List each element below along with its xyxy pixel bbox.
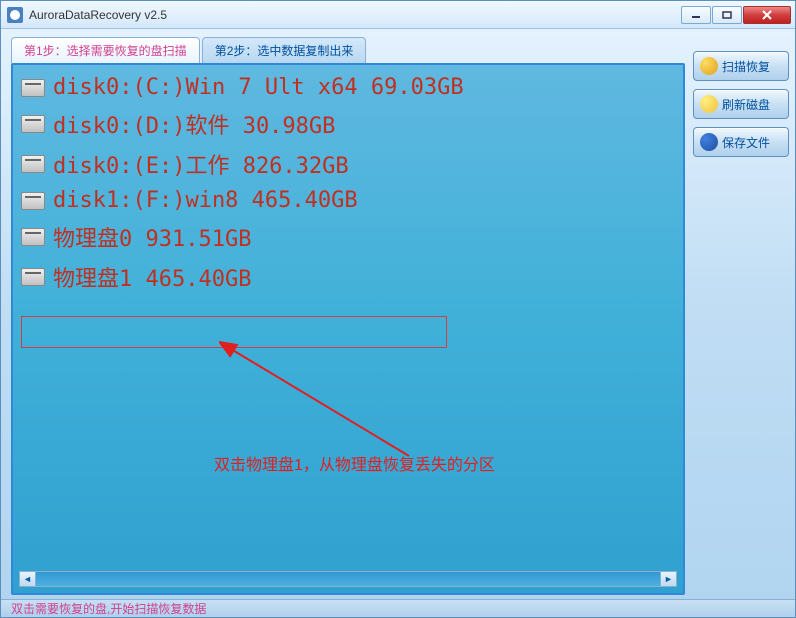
disk-item[interactable]: disk0:(C:)Win 7 Ult x64 69.03GB — [19, 71, 677, 104]
close-icon — [761, 10, 773, 20]
scroll-left-button[interactable]: ◄ — [20, 572, 36, 586]
maximize-icon — [722, 11, 732, 19]
disk-label: disk1:(F:)win8 465.40GB — [53, 188, 358, 213]
disk-icon — [21, 268, 45, 286]
disk-icon — [21, 228, 45, 246]
statusbar: 双击需要恢复的盘,开始扫描恢复数据 — [1, 599, 795, 617]
disk-icon — [21, 155, 45, 173]
disk-item[interactable]: 物理盘0 931.51GB — [19, 217, 677, 257]
disk-label: 物理盘1 465.40GB — [53, 261, 251, 293]
scan-recover-button[interactable]: 扫描恢复 — [693, 51, 789, 81]
annotation-arrow — [219, 341, 419, 461]
lightbulb-icon — [700, 95, 718, 113]
scan-recover-label: 扫描恢复 — [722, 58, 770, 75]
disk-icon — [21, 79, 45, 97]
save-file-button[interactable]: 保存文件 — [693, 127, 789, 157]
tab-step2[interactable]: 第2步：选中数据复制出来 — [202, 37, 367, 63]
minimize-icon — [691, 11, 701, 19]
magnifier-icon — [700, 57, 718, 75]
titlebar: AuroraDataRecovery v2.5 — [1, 1, 795, 29]
horizontal-scrollbar[interactable]: ◄ ► — [19, 571, 677, 587]
disk-item[interactable]: disk0:(D:)软件 30.98GB — [19, 104, 677, 144]
side-panel: 扫描恢复 刷新磁盘 保存文件 — [693, 37, 789, 595]
statusbar-text: 双击需要恢复的盘,开始扫描恢复数据 — [11, 600, 206, 617]
tab-step1[interactable]: 第1步：选择需要恢复的盘扫描 — [11, 37, 200, 63]
tab-bar: 第1步：选择需要恢复的盘扫描 第2步：选中数据复制出来 — [11, 37, 685, 63]
disk-item[interactable]: 物理盘1 465.40GB — [19, 257, 677, 297]
disk-icon — [21, 192, 45, 210]
selection-highlight — [21, 316, 447, 348]
window-controls — [681, 6, 791, 24]
scroll-track[interactable] — [36, 572, 660, 586]
disk-label: disk0:(D:)软件 30.98GB — [53, 108, 335, 140]
disk-item[interactable]: disk0:(E:)工作 826.32GB — [19, 144, 677, 184]
main-panel: 第1步：选择需要恢复的盘扫描 第2步：选中数据复制出来 disk0:(C:)Wi… — [11, 37, 685, 595]
maximize-button[interactable] — [712, 6, 742, 24]
disk-list-panel: disk0:(C:)Win 7 Ult x64 69.03GB disk0:(D… — [11, 63, 685, 595]
disk-item[interactable]: disk1:(F:)win8 465.40GB — [19, 184, 677, 217]
disk-label: disk0:(C:)Win 7 Ult x64 69.03GB — [53, 75, 464, 100]
disk-label: 物理盘0 931.51GB — [53, 221, 251, 253]
window: AuroraDataRecovery v2.5 第1步：选择需要恢复的盘扫描 第… — [0, 0, 796, 618]
disk-label: disk0:(E:)工作 826.32GB — [53, 148, 349, 180]
close-button[interactable] — [743, 6, 791, 24]
scroll-right-button[interactable]: ► — [660, 572, 676, 586]
window-title: AuroraDataRecovery v2.5 — [29, 8, 681, 22]
refresh-disk-label: 刷新磁盘 — [722, 96, 770, 113]
minimize-button[interactable] — [681, 6, 711, 24]
annotation-text: 双击物理盘1，从物理盘恢复丢失的分区 — [214, 451, 495, 475]
app-icon — [7, 7, 23, 23]
save-file-label: 保存文件 — [722, 134, 770, 151]
star-icon — [700, 133, 718, 151]
content-area: 第1步：选择需要恢复的盘扫描 第2步：选中数据复制出来 disk0:(C:)Wi… — [1, 29, 795, 599]
refresh-disk-button[interactable]: 刷新磁盘 — [693, 89, 789, 119]
disk-icon — [21, 115, 45, 133]
disk-list: disk0:(C:)Win 7 Ult x64 69.03GB disk0:(D… — [19, 71, 677, 569]
